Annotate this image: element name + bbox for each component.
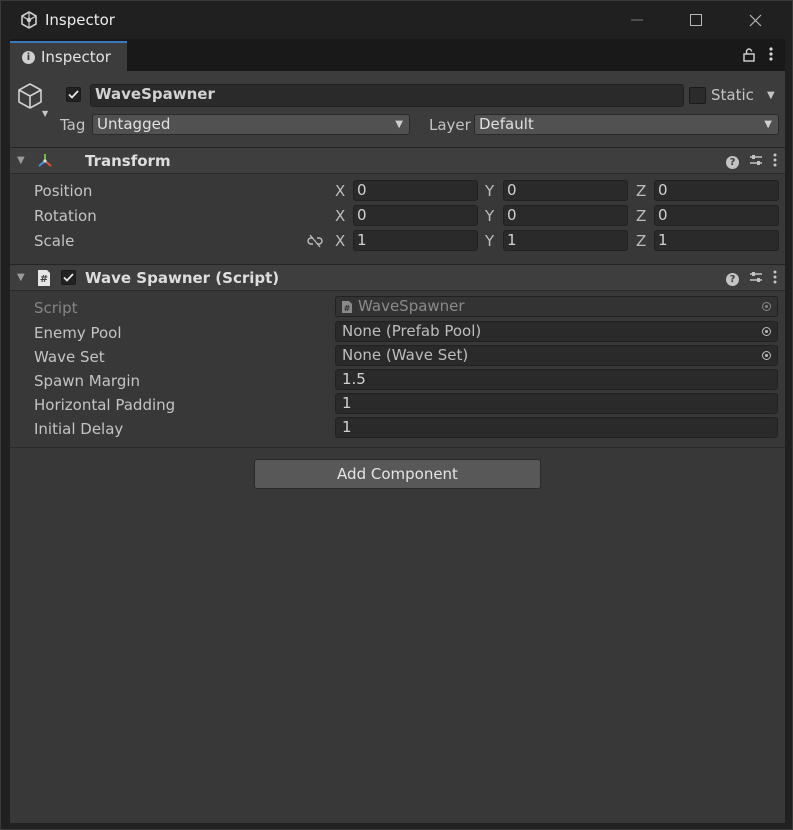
window-title: Inspector <box>45 11 115 29</box>
initial-delay-label: Initial Delay <box>34 420 124 438</box>
script-hash-icon: # <box>341 300 353 319</box>
enemy-pool-value: None (Prefab Pool) <box>342 322 482 340</box>
static-checkbox[interactable] <box>689 87 706 104</box>
script-component-header[interactable]: ▼ # Wave Spawner (Script) ? <box>10 264 785 291</box>
rotation-label: Rotation <box>34 207 97 225</box>
axis-y-label[interactable]: Y <box>485 182 494 200</box>
rotation-z-field[interactable]: 0 <box>654 205 779 226</box>
script-field-value: WaveSpawner <box>358 297 465 315</box>
presets-icon[interactable] <box>749 153 763 171</box>
scale-label: Scale <box>34 232 75 250</box>
position-label: Position <box>34 182 93 200</box>
horizontal-padding-label: Horizontal Padding <box>34 396 176 414</box>
position-y-field[interactable]: 0 <box>503 180 628 201</box>
cube-icon[interactable] <box>16 81 44 115</box>
axis-x-label[interactable]: X <box>335 232 345 250</box>
axis-x-label[interactable]: X <box>335 207 345 225</box>
title-bar: Inspector <box>1 1 792 39</box>
spawn-margin-label: Spawn Margin <box>34 372 141 390</box>
rotation-x-field[interactable]: 0 <box>353 205 478 226</box>
enemy-pool-label: Enemy Pool <box>34 324 122 342</box>
axis-y-label[interactable]: Y <box>485 207 494 225</box>
layer-label: Layer <box>429 116 471 134</box>
info-icon: i <box>22 50 35 64</box>
spawn-margin-field[interactable]: 1.5 <box>335 369 778 390</box>
wave-set-label: Wave Set <box>34 348 105 366</box>
tab-label: Inspector <box>41 48 111 66</box>
axis-y-label[interactable]: Y <box>485 232 494 250</box>
initial-delay-field[interactable]: 1 <box>335 417 778 438</box>
gameobject-header: ▼ WaveSpawner Static ▼ Tag Untagged ▼ La… <box>10 71 785 148</box>
svg-text:#: # <box>40 274 48 285</box>
help-icon[interactable]: ? <box>726 155 739 169</box>
object-picker-icon[interactable] <box>755 321 777 342</box>
tab-inspector[interactable]: i Inspector <box>10 41 127 71</box>
presets-icon[interactable] <box>749 270 763 288</box>
script-hash-icon: # <box>36 269 52 291</box>
minimize-button[interactable] <box>614 7 660 33</box>
object-picker-icon[interactable] <box>755 345 777 366</box>
scale-y-field[interactable]: 1 <box>503 230 628 251</box>
inspector-window: Inspector i Inspector ▼ WaveSpawner Stat… <box>0 0 793 830</box>
tab-bar: i Inspector <box>10 39 785 71</box>
kebab-icon[interactable] <box>769 47 773 65</box>
script-field-label: Script <box>34 299 78 317</box>
layer-value: Default <box>479 115 534 133</box>
foldout-arrow-icon[interactable]: ▼ <box>17 272 25 283</box>
horizontal-padding-field[interactable]: 1 <box>335 393 778 414</box>
maximize-button[interactable] <box>673 7 719 33</box>
script-enabled-checkbox[interactable] <box>61 270 76 285</box>
lock-icon[interactable] <box>743 48 755 66</box>
add-component-button[interactable]: Add Component <box>254 459 541 489</box>
tag-label: Tag <box>60 116 86 134</box>
object-picker-icon <box>755 296 777 317</box>
rotation-y-field[interactable]: 0 <box>503 205 628 226</box>
tag-dropdown[interactable]: Untagged ▼ <box>92 114 410 135</box>
help-icon[interactable]: ? <box>726 272 739 286</box>
layer-dropdown[interactable]: Default ▼ <box>474 114 779 135</box>
static-dropdown-arrow[interactable]: ▼ <box>767 90 775 101</box>
chevron-down-icon: ▼ <box>395 119 403 130</box>
transform-axes-icon <box>36 152 54 174</box>
axis-z-label[interactable]: Z <box>636 232 646 250</box>
kebab-icon[interactable] <box>773 153 777 171</box>
close-button[interactable] <box>732 7 778 33</box>
gameobject-name-field[interactable]: WaveSpawner <box>90 84 684 107</box>
script-field: # WaveSpawner <box>335 296 778 317</box>
kebab-icon[interactable] <box>773 270 777 288</box>
svg-text:#: # <box>344 304 351 313</box>
transform-header[interactable]: ▼ Transform ? <box>10 147 785 174</box>
tag-value: Untagged <box>97 115 171 133</box>
wave-set-field[interactable]: None (Wave Set) <box>335 345 778 366</box>
constrain-proportions-icon[interactable] <box>307 234 323 252</box>
wave-set-value: None (Wave Set) <box>342 346 469 364</box>
inspector-panel: ▼ WaveSpawner Static ▼ Tag Untagged ▼ La… <box>10 71 785 823</box>
position-z-field[interactable]: 0 <box>654 180 779 201</box>
axis-z-label[interactable]: Z <box>636 182 646 200</box>
active-checkbox[interactable] <box>66 87 81 102</box>
enemy-pool-field[interactable]: None (Prefab Pool) <box>335 321 778 342</box>
unity-icon <box>20 11 38 29</box>
axis-z-label[interactable]: Z <box>636 207 646 225</box>
axis-x-label[interactable]: X <box>335 182 345 200</box>
position-x-field[interactable]: 0 <box>353 180 478 201</box>
script-component-title: Wave Spawner (Script) <box>85 269 280 287</box>
icon-dropdown-arrow[interactable]: ▼ <box>42 109 48 118</box>
foldout-arrow-icon[interactable]: ▼ <box>17 155 25 166</box>
section-divider <box>10 447 785 448</box>
transform-title: Transform <box>85 152 171 170</box>
chevron-down-icon: ▼ <box>764 119 772 130</box>
scale-z-field[interactable]: 1 <box>654 230 779 251</box>
static-label: Static <box>711 86 754 104</box>
scale-x-field[interactable]: 1 <box>353 230 478 251</box>
